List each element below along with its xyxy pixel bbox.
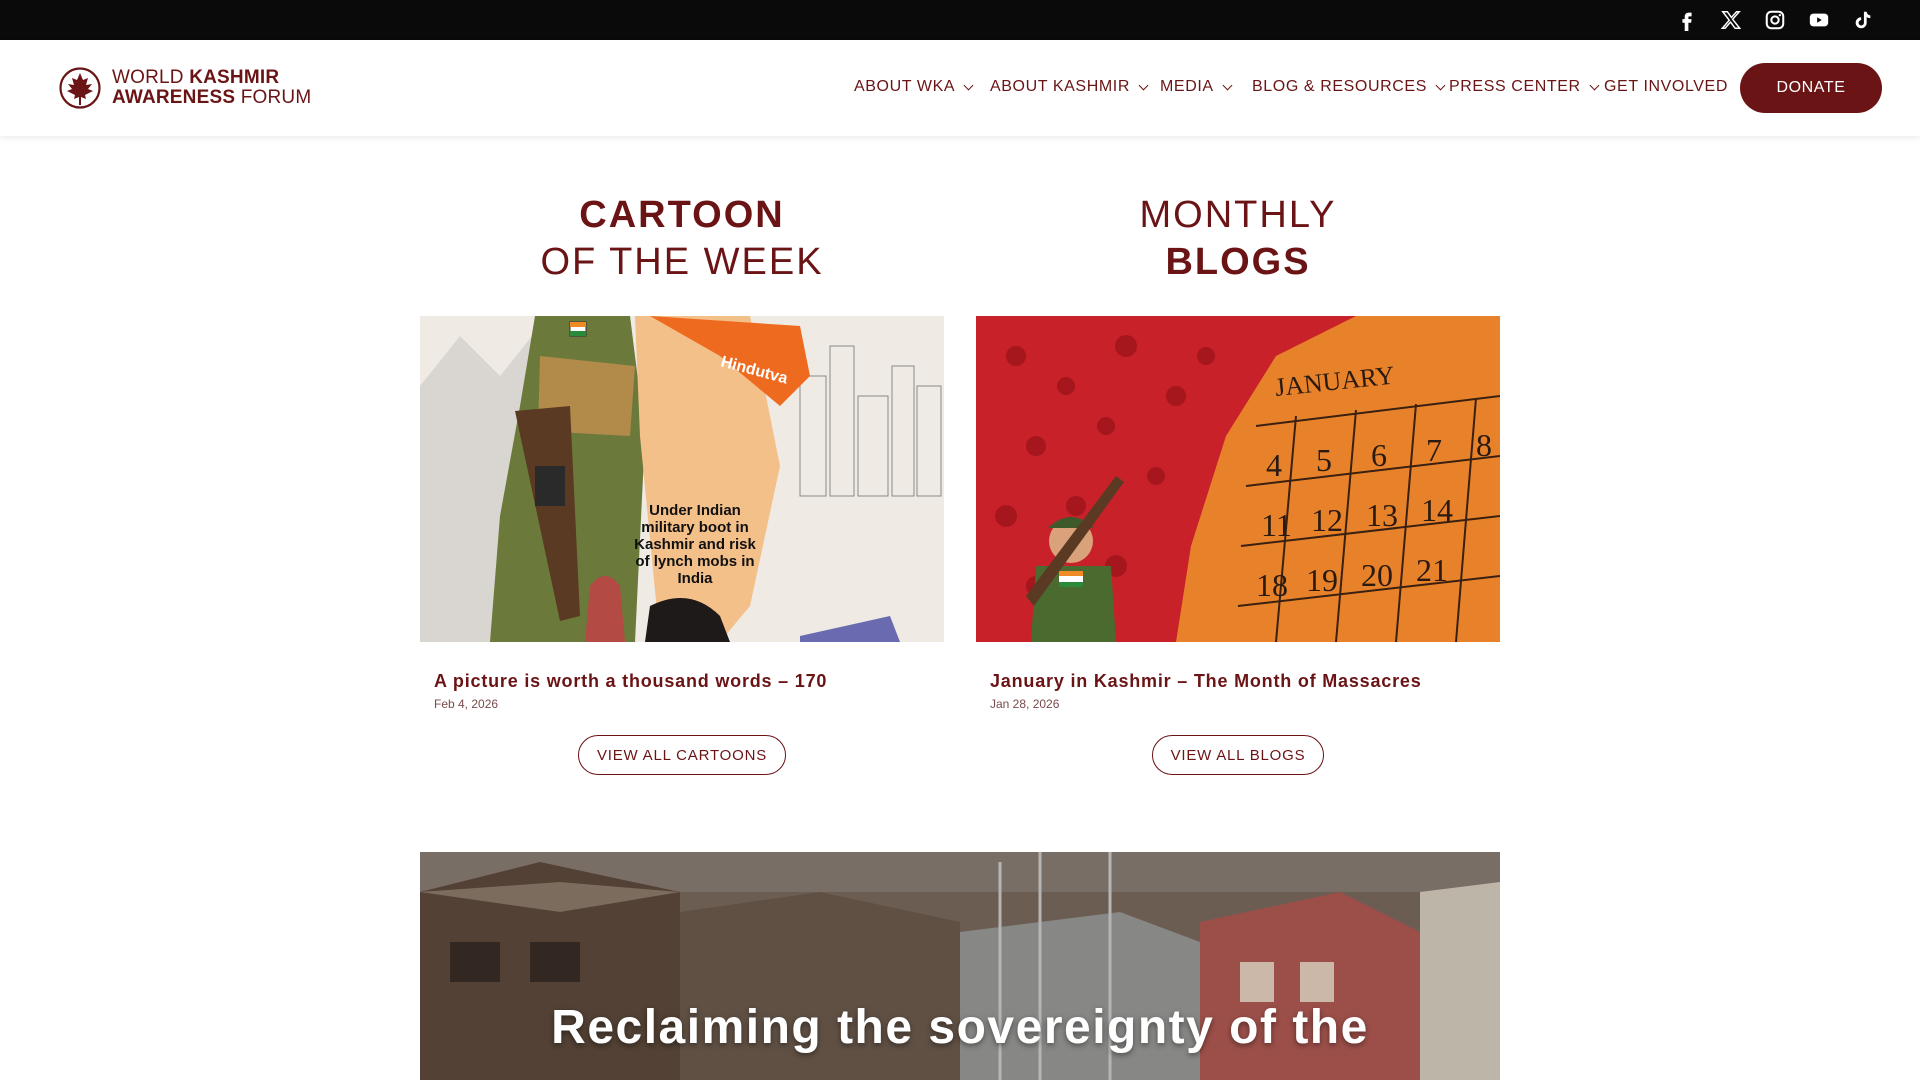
- chevron-down-icon: [1435, 80, 1446, 91]
- blogs-section-heading: MONTHLY BLOGS: [976, 192, 1500, 286]
- blog-image[interactable]: JANUARY 45678 11 12 13 14 18 19 20 21: [976, 316, 1500, 642]
- view-all-cartoons-label: VIEW ALL CARTOONS: [596, 746, 768, 764]
- logo-text-world: WORLD: [112, 67, 190, 88]
- chevron-down-icon: [1138, 80, 1149, 91]
- view-all-blogs-button[interactable]: VIEW ALL BLOGS: [1152, 735, 1324, 775]
- donate-button[interactable]: DONATE: [1740, 63, 1882, 113]
- instagram-icon[interactable]: [1763, 8, 1787, 32]
- svg-text:5: 5: [1316, 442, 1332, 478]
- nav-press-center-label: PRESS CENTER: [1449, 78, 1581, 95]
- nav-get-involved-label: GET INVOLVED: [1604, 78, 1728, 95]
- cartoon-post-title[interactable]: A picture is worth a thousand words – 17…: [434, 671, 827, 692]
- nav-about-wka-label: ABOUT WKA: [854, 78, 956, 95]
- maple-leaf-logo-icon: [59, 67, 101, 109]
- main-header: WORLD KASHMIR AWARENESS FORUM ABOUT WKA …: [0, 40, 1920, 136]
- cartoon-heading-bold: CARTOON: [579, 194, 785, 236]
- svg-text:12: 12: [1311, 502, 1343, 538]
- blogs-heading-light: MONTHLY: [1139, 194, 1337, 236]
- chevron-down-icon: [963, 80, 974, 91]
- blog-illustration: JANUARY 45678 11 12 13 14 18 19 20 21: [976, 316, 1500, 642]
- youtube-icon[interactable]: [1807, 8, 1831, 32]
- cartoon-post-date: Feb 4, 2026: [434, 697, 499, 711]
- view-all-blogs-label: VIEW ALL BLOGS: [1170, 746, 1306, 764]
- donate-button-label: DONATE: [1776, 79, 1846, 96]
- nav-press-center[interactable]: PRESS CENTER: [1449, 78, 1600, 96]
- hero-banner: Reclaiming the sovereignty of the: [420, 852, 1500, 1080]
- nav-get-involved[interactable]: GET INVOLVED: [1604, 78, 1728, 96]
- x-icon[interactable]: [1719, 8, 1743, 32]
- nav-about-wka[interactable]: ABOUT WKA: [854, 78, 974, 96]
- view-all-cartoons-button[interactable]: VIEW ALL CARTOONS: [578, 735, 786, 775]
- chevron-down-icon: [1222, 80, 1233, 91]
- logo-text-awareness: AWARENESS: [112, 87, 241, 108]
- cartoon-heading-light: OF THE WEEK: [540, 241, 824, 283]
- facebook-icon[interactable]: [1675, 8, 1699, 32]
- svg-text:14: 14: [1421, 492, 1453, 528]
- svg-text:4: 4: [1266, 447, 1282, 483]
- nav-media-label: MEDIA: [1160, 78, 1214, 95]
- svg-text:19: 19: [1306, 562, 1338, 598]
- nav-media[interactable]: MEDIA: [1160, 78, 1233, 96]
- social-top-bar: [0, 0, 1920, 40]
- nav-about-kashmir-label: ABOUT KASHMIR: [990, 78, 1130, 95]
- cartoon-section-heading: CARTOON OF THE WEEK: [420, 192, 944, 286]
- svg-text:11: 11: [1261, 507, 1292, 543]
- nav-blog-resources-label: BLOG & RESOURCES: [1252, 78, 1427, 95]
- banner-headline: Reclaiming the sovereignty of the: [551, 1001, 1369, 1054]
- site-logo[interactable]: WORLD KASHMIR AWARENESS FORUM: [58, 64, 311, 112]
- cartoon-image[interactable]: Hindutva Under Indian military boot in K…: [420, 316, 944, 642]
- svg-text:18: 18: [1256, 567, 1288, 603]
- logo-text-forum: FORUM: [240, 87, 312, 108]
- svg-text:7: 7: [1426, 432, 1442, 468]
- cartoon-caption: Under Indian military boot in Kashmir an…: [634, 502, 756, 587]
- svg-text:20: 20: [1361, 557, 1393, 593]
- chevron-down-icon: [1589, 80, 1600, 91]
- blogs-heading-bold: BLOGS: [1165, 241, 1311, 283]
- logo-text-kashmir: KASHMIR: [189, 67, 280, 88]
- svg-text:8: 8: [1476, 427, 1492, 463]
- blog-post-title[interactable]: January in Kashmir – The Month of Massac…: [990, 671, 1422, 692]
- cartoon-illustration: Hindutva: [420, 316, 944, 642]
- nav-blog-resources[interactable]: BLOG & RESOURCES: [1252, 78, 1446, 96]
- blog-post-date: Jan 28, 2026: [990, 697, 1060, 711]
- tiktok-icon[interactable]: [1851, 8, 1875, 32]
- logo-wordmark: WORLD KASHMIR AWARENESS FORUM: [112, 68, 311, 108]
- svg-text:21: 21: [1416, 552, 1448, 588]
- svg-text:13: 13: [1366, 497, 1398, 533]
- svg-text:6: 6: [1371, 437, 1387, 473]
- nav-about-kashmir[interactable]: ABOUT KASHMIR: [990, 78, 1149, 96]
